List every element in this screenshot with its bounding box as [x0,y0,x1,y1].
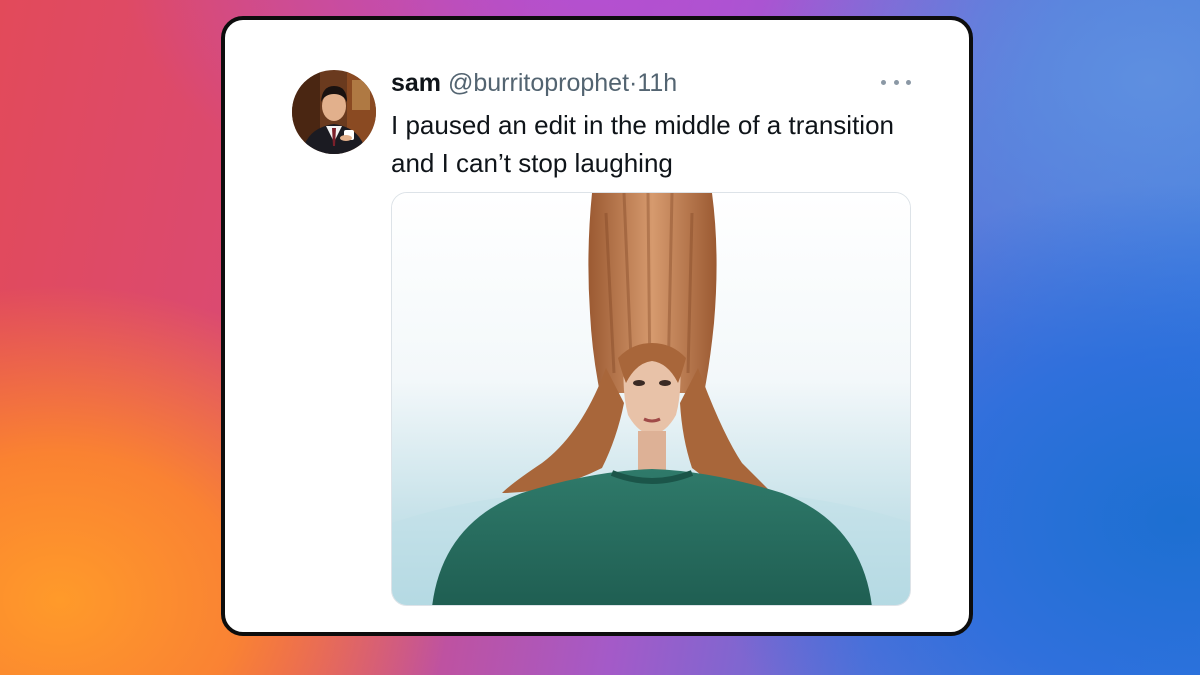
timestamp[interactable]: 11h [637,69,677,97]
more-dot [881,79,886,85]
tweet-card[interactable]: sam @burritoprophet·11h I paused an edit… [221,16,973,636]
more-dot [906,79,911,85]
media-image [392,193,910,605]
user-handle[interactable]: @burritoprophet [448,69,629,97]
tweet-text: I paused an edit in the middle of a tran… [391,110,894,178]
display-name[interactable]: sam [391,69,441,97]
avatar[interactable] [292,70,376,154]
tweet-header: sam @burritoprophet·11h [391,68,677,98]
tweet-media[interactable] [391,192,911,606]
avatar-image [292,70,376,154]
more-dot [893,79,899,85]
more-horizontal-icon[interactable] [881,72,911,92]
